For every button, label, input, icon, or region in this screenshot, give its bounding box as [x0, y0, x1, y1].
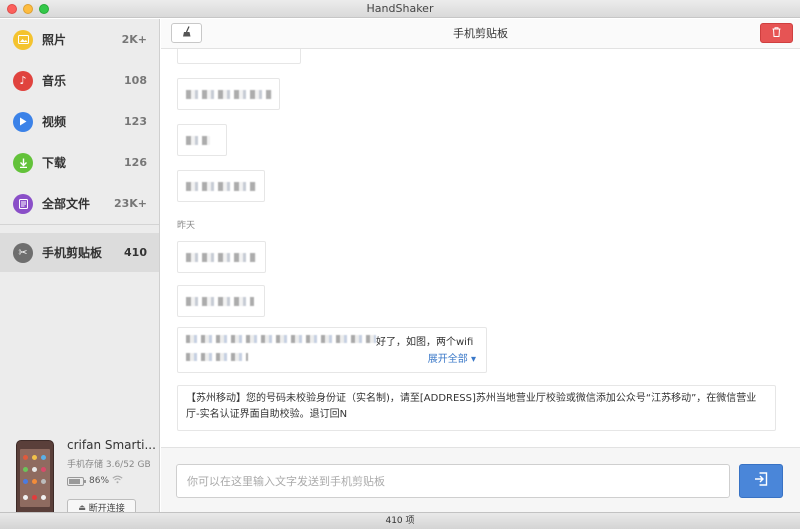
date-separator: 昨天: [177, 221, 196, 231]
delete-button[interactable]: [760, 23, 793, 43]
eject-icon: ⏏: [78, 503, 86, 512]
close-window-button[interactable]: [7, 4, 17, 14]
video-play-icon: [13, 111, 33, 132]
sidebar-item-label: 音乐: [42, 74, 67, 88]
sidebar-item-all-files[interactable]: 全部文件 23K+: [0, 183, 159, 224]
clipboard-item[interactable]: [177, 124, 227, 156]
status-bar: 410 项: [0, 512, 800, 529]
sidebar-item-video[interactable]: 视频 123: [0, 101, 159, 142]
trash-icon: [772, 26, 781, 40]
expand-all-link[interactable]: 展开全部 ▾: [428, 350, 476, 365]
sidebar-item-music[interactable]: ♪ 音乐 108: [0, 60, 159, 101]
clipboard-list: 昨天 好了，如图，两个wifi 展开全部 ▾ 【苏州移动】您的号码未校验身份证（…: [161, 49, 800, 460]
sidebar-item-label: 手机剪贴板: [42, 246, 103, 260]
device-name: crifan Smarti...: [67, 438, 156, 452]
photo-icon: [13, 29, 33, 50]
battery-percent: 86%: [89, 476, 110, 486]
maximize-window-button[interactable]: [39, 4, 49, 14]
sidebar-item-downloads[interactable]: 下载 126: [0, 142, 159, 183]
sidebar-item-label: 全部文件: [42, 197, 91, 211]
clipboard-item[interactable]: [177, 241, 266, 273]
minimize-window-button[interactable]: [23, 4, 33, 14]
sidebar-item-count: 410: [124, 246, 147, 259]
title-bar: HandShaker: [0, 0, 800, 18]
wifi-icon: [112, 475, 123, 487]
music-icon: ♪: [13, 70, 33, 91]
sidebar-item-label: 照片: [42, 33, 67, 47]
sidebar-item-count: 123: [124, 115, 147, 128]
files-icon: [13, 193, 33, 214]
clipboard-item-text: 【苏州移动】您的号码未校验身份证（实名制)，请至[ADDRESS]苏州当地营业厅…: [186, 393, 757, 420]
clipboard-item[interactable]: 好了，如图，两个wifi 展开全部 ▾: [177, 327, 487, 373]
sidebar-item-count: 2K+: [121, 33, 147, 46]
sidebar-item-label: 视频: [42, 115, 67, 129]
clipboard-item-text: 好了，如图，两个wifi: [376, 337, 474, 348]
download-icon: [13, 152, 33, 173]
clipboard-item[interactable]: [177, 285, 265, 317]
window-title: HandShaker: [366, 2, 434, 15]
send-icon: [754, 472, 768, 490]
sidebar-item-count: 108: [124, 74, 147, 87]
battery-icon: [67, 477, 86, 486]
page-title: 手机剪贴板: [453, 27, 508, 40]
clipboard-item[interactable]: [177, 170, 265, 202]
sidebar-divider: [0, 224, 159, 225]
handshaker-window: HandShaker 照片 2K+ ♪ 音乐 108 视频 123 下载 126…: [0, 0, 800, 529]
sidebar-item-label: 下载: [42, 156, 67, 170]
sidebar-item-photos[interactable]: 照片 2K+: [0, 19, 159, 60]
sidebar-item-clipboard[interactable]: ✂ 手机剪贴板 410: [0, 233, 159, 272]
send-to-phone-button[interactable]: [739, 464, 783, 498]
clipboard-item[interactable]: [177, 78, 280, 110]
item-count: 410 项: [385, 516, 415, 526]
phone-thumbnail: [16, 440, 54, 518]
main-panel: 手机剪贴板 昨天 好了，如图，两个wifi 展开全部 ▾ 【苏州移动】您的号码未…: [161, 19, 800, 512]
sidebar-item-count: 126: [124, 156, 147, 169]
sidebar-item-count: 23K+: [113, 197, 147, 210]
clipboard-item[interactable]: [177, 49, 301, 64]
sidebar: 照片 2K+ ♪ 音乐 108 视频 123 下载 126 全部文件 23K+ …: [0, 19, 160, 518]
send-text-bar: [161, 447, 800, 512]
scissors-icon: ✂: [13, 242, 33, 263]
battery-level-fill: [69, 479, 80, 484]
clipboard-item[interactable]: 【苏州移动】您的号码未校验身份证（实名制)，请至[ADDRESS]苏州当地营业厅…: [177, 385, 776, 431]
toolbar: 手机剪贴板: [161, 19, 800, 49]
device-storage: 手机存储 3.6/52 GB: [67, 460, 151, 470]
clipboard-text-input[interactable]: [176, 464, 730, 498]
